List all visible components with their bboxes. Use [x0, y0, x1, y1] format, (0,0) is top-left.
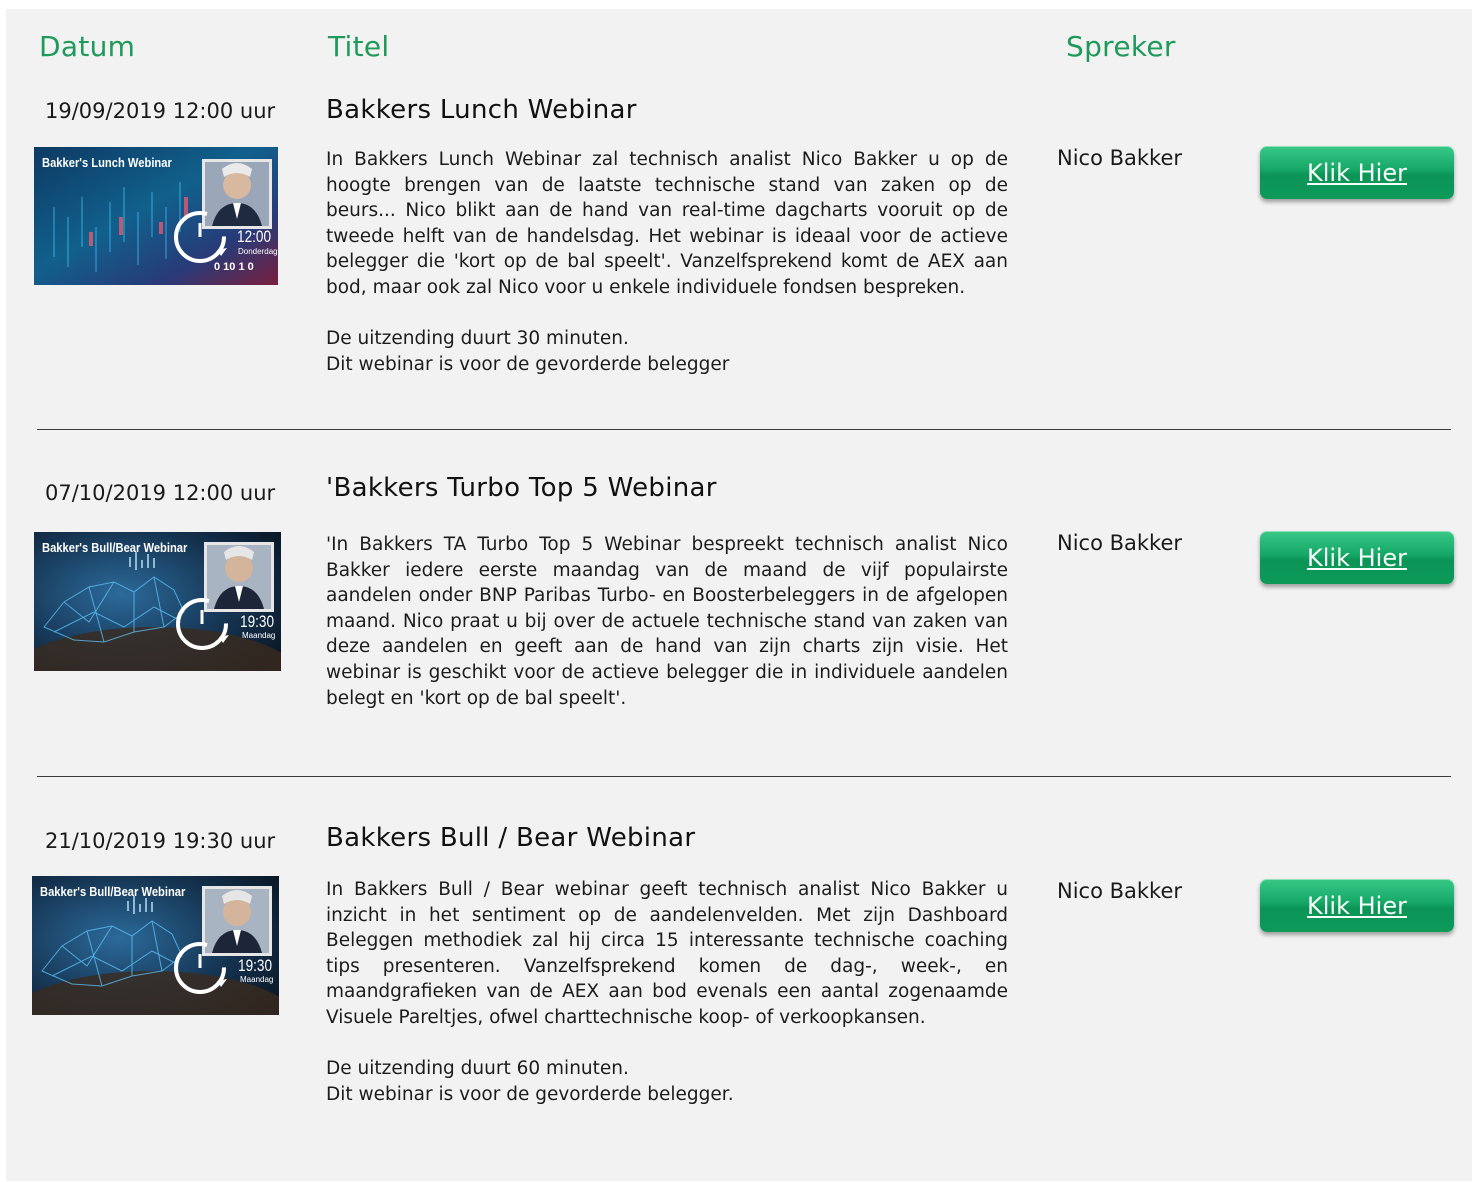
- column-header-spreker: Spreker: [1066, 30, 1176, 63]
- description-text: In Bakkers Bull / Bear webinar geeft tec…: [326, 879, 1008, 1028]
- duration-text: De uitzending duurt 60 minuten.: [326, 1058, 629, 1080]
- thumbnail-title: Bakker's Bull/Bear Webinar: [40, 884, 186, 899]
- webinar-date: 19/09/2019 12:00 uur: [45, 99, 276, 123]
- description-text: 'In Bakkers TA Turbo Top 5 Webinar bespr…: [326, 534, 1008, 709]
- webinar-title: Bakkers Lunch Webinar: [326, 95, 637, 125]
- description-text: In Bakkers Lunch Webinar zal technisch a…: [326, 149, 1008, 298]
- thumbnail-title: Bakker's Bull/Bear Webinar: [42, 540, 188, 555]
- webinar-thumbnail: Bakker's Bull/Bear Webinar 19:30 Maandag: [34, 532, 281, 671]
- thumbnail-time: 19:30: [238, 956, 273, 975]
- webinar-title: Bakkers Bull / Bear Webinar: [326, 823, 696, 853]
- klik-hier-button[interactable]: Klik Hier: [1260, 531, 1454, 584]
- audience-text: Dit webinar is voor de gevorderde belegg…: [326, 353, 730, 375]
- klik-hier-button[interactable]: Klik Hier: [1260, 879, 1454, 932]
- column-header-titel: Titel: [328, 30, 390, 63]
- webinar-thumbnail: Bakker's Lunch Webinar 12:00 Donderdag 0…: [34, 147, 278, 285]
- webinar-date: 07/10/2019 12:00 uur: [45, 481, 276, 505]
- thumbnail-day: Maandag: [240, 975, 274, 984]
- webinar-speaker: Nico Bakker: [1057, 879, 1183, 903]
- thumbnail-day: Maandag: [242, 631, 276, 640]
- webinar-description: In Bakkers Bull / Bear webinar geeft tec…: [326, 877, 1008, 1107]
- thumbnail-day: Donderdag: [238, 247, 278, 256]
- webinar-description: 'In Bakkers TA Turbo Top 5 Webinar bespr…: [326, 532, 1008, 711]
- webinar-thumbnail: Bakker's Bull/Bear Webinar 19:30 Maandag: [32, 876, 279, 1015]
- webinar-description: In Bakkers Lunch Webinar zal technisch a…: [326, 147, 1008, 377]
- webinar-speaker: Nico Bakker: [1057, 531, 1183, 555]
- row-divider: [37, 776, 1451, 777]
- klik-hier-button[interactable]: Klik Hier: [1260, 146, 1454, 199]
- webinar-date: 21/10/2019 19:30 uur: [45, 829, 276, 853]
- thumbnail-digits: 0 10 1 0: [214, 261, 254, 273]
- thumbnail-time: 19:30: [240, 612, 275, 631]
- webinar-title: 'Bakkers Turbo Top 5 Webinar: [326, 473, 717, 503]
- row-divider: [37, 429, 1451, 430]
- thumbnail-title: Bakker's Lunch Webinar: [42, 155, 172, 170]
- column-header-datum: Datum: [39, 30, 136, 63]
- audience-text: Dit webinar is voor de gevorderde belegg…: [326, 1083, 734, 1105]
- duration-text: De uitzending duurt 30 minuten.: [326, 328, 629, 350]
- webinar-speaker: Nico Bakker: [1057, 146, 1183, 170]
- thumbnail-time: 12:00: [237, 227, 272, 246]
